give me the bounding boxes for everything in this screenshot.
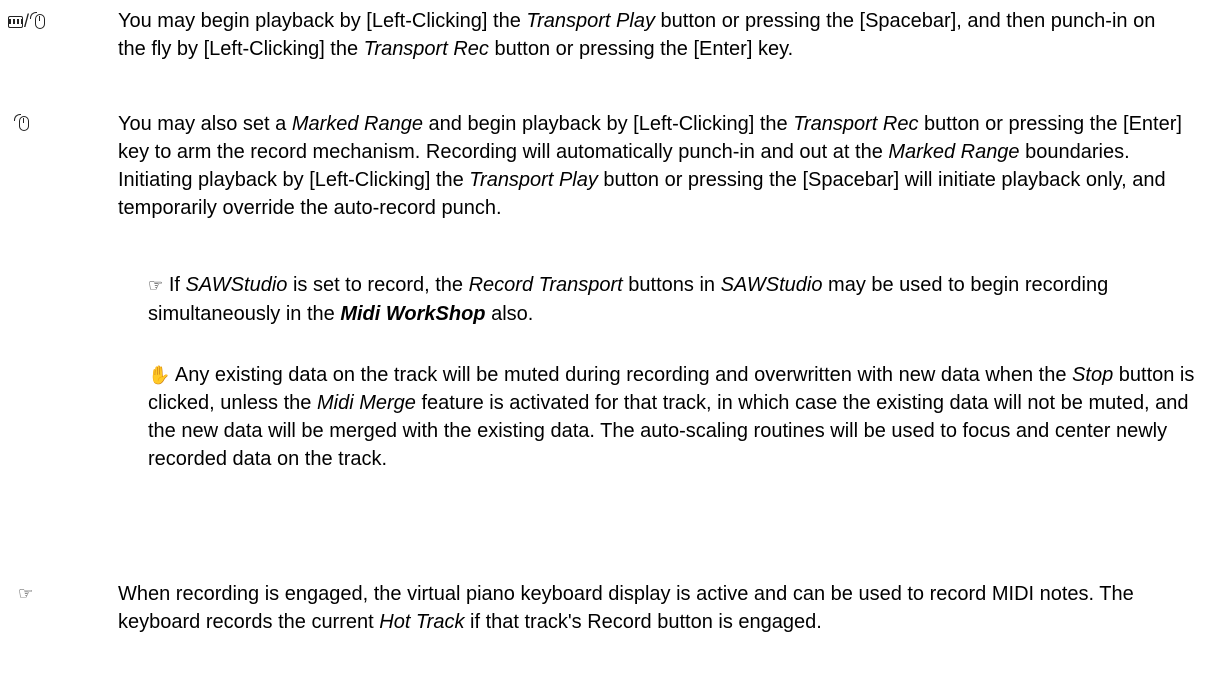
note-existing-data-muted: ✋ Any existing data on the track will be…: [148, 364, 1195, 470]
pointing-hand-icon: ☞: [18, 584, 34, 604]
paragraph-playback-punch-in: You may begin playback by [Left-Clicking…: [118, 10, 1156, 60]
mouse-icon: [14, 110, 29, 138]
slash-separator: /: [24, 11, 30, 31]
hand-icon: ✋: [148, 365, 171, 385]
keyboard-icon: [8, 16, 23, 28]
note-sawstudio-record: ☞ If SAWStudio is set to record, the Rec…: [148, 274, 1109, 325]
pointing-hand-icon: ☞: [148, 276, 164, 295]
mouse-icon: [35, 14, 46, 29]
paragraph-marked-range: You may also set a Marked Range and begi…: [118, 113, 1182, 219]
keyboard-mouse-icon: /: [8, 7, 46, 36]
paragraph-virtual-keyboard: When recording is engaged, the virtual p…: [118, 583, 1134, 633]
